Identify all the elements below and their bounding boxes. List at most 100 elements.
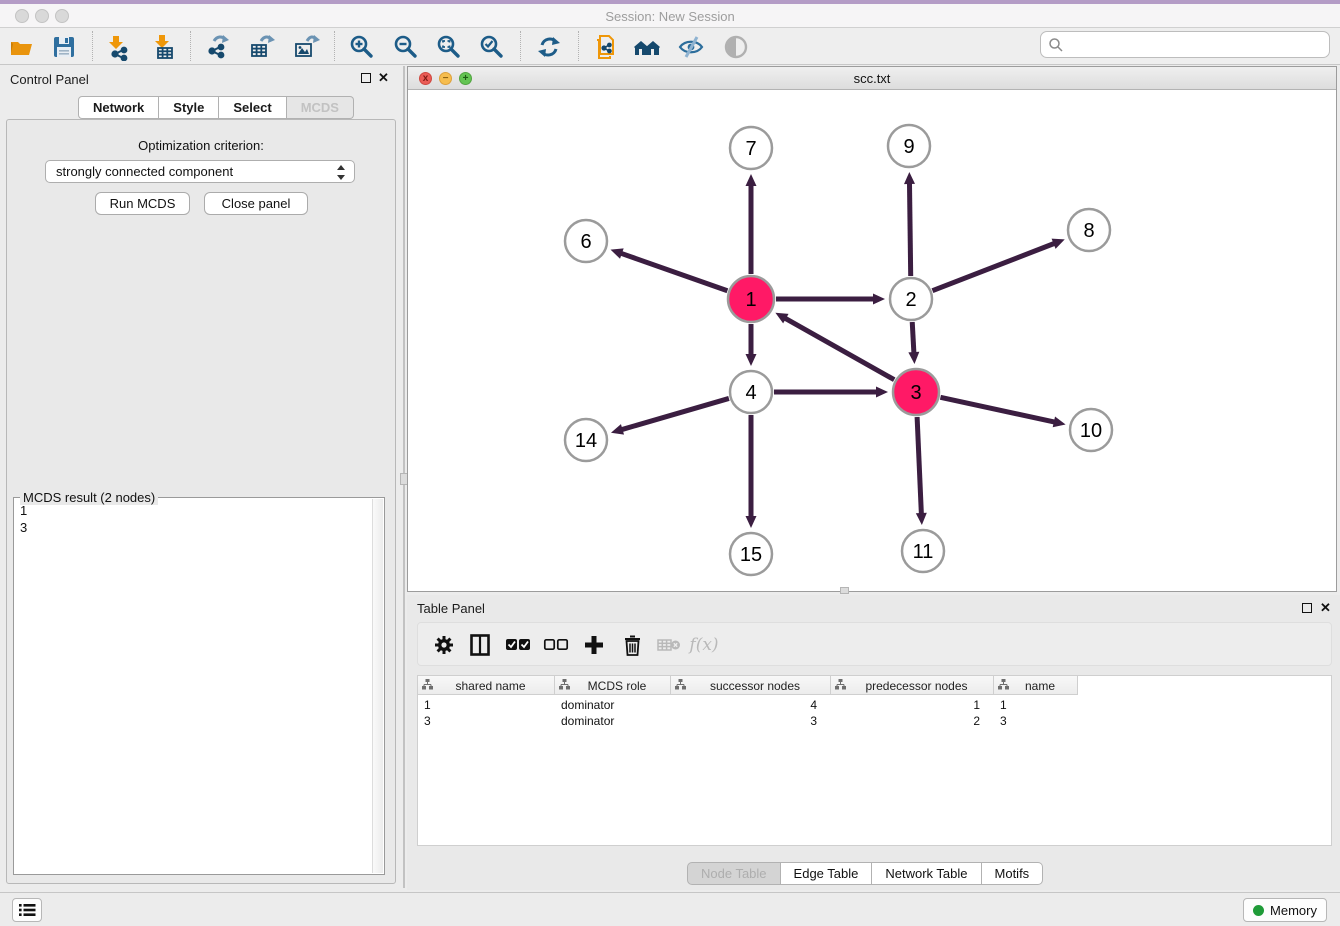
table-cell[interactable]: 2 bbox=[831, 713, 994, 729]
tab-node-table[interactable]: Node Table bbox=[687, 862, 781, 885]
import-table-icon[interactable] bbox=[148, 31, 180, 63]
control-panel-close-icon[interactable]: ✕ bbox=[378, 70, 389, 85]
tab-mcds[interactable]: MCDS bbox=[287, 96, 354, 119]
open-session-icon[interactable] bbox=[6, 31, 38, 63]
edge-3-1[interactable] bbox=[784, 318, 894, 380]
graph-node-label: 14 bbox=[575, 430, 597, 452]
mcds-result-box: MCDS result (2 nodes) 1 3 bbox=[13, 497, 385, 875]
task-history-button[interactable] bbox=[12, 898, 42, 922]
table-panel: Table Panel ✕ f(x) shared nameMCDS roles… bbox=[407, 595, 1340, 890]
control-panel-float-icon[interactable] bbox=[361, 73, 371, 83]
control-panel: Control Panel ✕ Network Style Select MCD… bbox=[0, 66, 401, 888]
show-all-icon bbox=[720, 31, 752, 63]
table-cell[interactable]: 3 bbox=[671, 713, 831, 729]
delete-row-trash-icon[interactable] bbox=[618, 631, 646, 659]
export-network-icon[interactable] bbox=[202, 31, 234, 63]
add-row-icon[interactable] bbox=[580, 631, 608, 659]
edge-arrow-icon bbox=[611, 424, 624, 435]
table-cell[interactable]: 3 bbox=[994, 713, 1078, 729]
tab-motifs[interactable]: Motifs bbox=[982, 862, 1044, 885]
optimization-criterion-label: Optimization criterion: bbox=[7, 138, 395, 153]
table-cell[interactable]: 1 bbox=[418, 697, 555, 713]
zoom-fit-icon[interactable] bbox=[433, 31, 465, 63]
hide-selected-icon[interactable] bbox=[675, 31, 707, 63]
table-row[interactable]: 3dominator323 bbox=[418, 713, 1078, 729]
zoom-selected-icon[interactable] bbox=[476, 31, 508, 63]
network-canvas[interactable]: 1234678910111415 bbox=[408, 90, 1336, 591]
column-header-MCDS-role[interactable]: MCDS role bbox=[555, 676, 671, 695]
tab-edge-table[interactable]: Edge Table bbox=[781, 862, 873, 885]
network-window: x − + scc.txt 1234678910111415 bbox=[407, 66, 1337, 592]
edge-1-6[interactable] bbox=[620, 253, 727, 291]
search-input[interactable] bbox=[1068, 35, 1329, 55]
edge-4-14[interactable] bbox=[621, 398, 729, 430]
column-header-successor-nodes[interactable]: successor nodes bbox=[671, 676, 831, 695]
optimization-criterion-select[interactable]: strongly connected component bbox=[45, 160, 355, 183]
tab-network-table[interactable]: Network Table bbox=[872, 862, 981, 885]
toolbar-separator bbox=[578, 31, 579, 61]
table-cell[interactable]: 4 bbox=[671, 697, 831, 713]
zoom-out-icon[interactable] bbox=[390, 31, 422, 63]
hierarchy-icon bbox=[422, 679, 433, 693]
edge-arrow-icon bbox=[904, 172, 915, 184]
import-network-icon[interactable] bbox=[102, 31, 134, 63]
tab-select[interactable]: Select bbox=[219, 96, 286, 119]
network-window-title: scc.txt bbox=[408, 71, 1336, 86]
horizontal-splitter-handle[interactable] bbox=[840, 587, 849, 594]
table-panel-float-icon[interactable] bbox=[1302, 603, 1312, 613]
export-table-icon[interactable] bbox=[246, 31, 278, 63]
node-table[interactable]: shared nameMCDS rolesuccessor nodesprede… bbox=[417, 675, 1332, 846]
tab-style[interactable]: Style bbox=[159, 96, 219, 119]
graph-node-label: 15 bbox=[740, 544, 762, 566]
edge-3-11[interactable] bbox=[917, 417, 921, 515]
memory-button[interactable]: Memory bbox=[1243, 898, 1327, 922]
tab-network[interactable]: Network bbox=[78, 96, 159, 119]
app-titlebar: Session: New Session bbox=[0, 4, 1340, 28]
memory-button-label: Memory bbox=[1270, 903, 1317, 918]
export-image-icon[interactable] bbox=[290, 31, 322, 63]
column-header-shared-name[interactable]: shared name bbox=[418, 676, 555, 695]
search-box[interactable] bbox=[1040, 31, 1330, 58]
graph-node-label: 11 bbox=[913, 541, 934, 563]
apply-layout-icon[interactable] bbox=[533, 31, 565, 63]
mcds-result-text: 1 3 bbox=[16, 502, 370, 872]
zoom-in-icon[interactable] bbox=[346, 31, 378, 63]
deselect-all-icon[interactable] bbox=[542, 631, 570, 659]
settings-gear-icon[interactable] bbox=[430, 631, 458, 659]
delete-table-icon bbox=[655, 631, 683, 659]
select-all-icon[interactable] bbox=[504, 631, 532, 659]
toolbar-separator bbox=[334, 31, 335, 61]
apply-function-icon: f(x) bbox=[690, 631, 718, 659]
mcds-result-scrollbar[interactable] bbox=[372, 499, 383, 873]
edge-2-8[interactable] bbox=[932, 243, 1055, 291]
control-panel-tabs: Network Style Select MCDS bbox=[78, 96, 354, 119]
network-window-titlebar[interactable]: x − + scc.txt bbox=[408, 67, 1336, 90]
app-title: Session: New Session bbox=[0, 9, 1340, 24]
clone-network-icon[interactable] bbox=[590, 31, 622, 63]
table-cell[interactable]: 1 bbox=[994, 697, 1078, 713]
edge-2-9[interactable] bbox=[909, 182, 910, 276]
save-session-icon[interactable] bbox=[48, 31, 80, 63]
table-row[interactable]: 1dominator411 bbox=[418, 697, 1078, 713]
table-cell[interactable]: dominator bbox=[555, 713, 671, 729]
status-bar: Memory bbox=[0, 892, 1340, 926]
graph-node-label: 7 bbox=[745, 138, 756, 160]
graph-node-label: 2 bbox=[905, 289, 916, 311]
close-panel-button[interactable]: Close panel bbox=[204, 192, 308, 215]
run-mcds-button[interactable]: Run MCDS bbox=[95, 192, 190, 215]
column-panel-icon[interactable] bbox=[466, 631, 494, 659]
edge-3-10[interactable] bbox=[940, 397, 1055, 422]
table-panel-close-icon[interactable]: ✕ bbox=[1320, 600, 1331, 615]
column-header-predecessor-nodes[interactable]: predecessor nodes bbox=[831, 676, 994, 695]
mcds-pane: Optimization criterion: strongly connect… bbox=[6, 119, 396, 884]
edge-2-3[interactable] bbox=[912, 322, 914, 354]
graph-node-label: 4 bbox=[745, 382, 756, 404]
table-cell[interactable]: 1 bbox=[831, 697, 994, 713]
first-neighbors-icon[interactable] bbox=[632, 31, 664, 63]
graph-node-label: 1 bbox=[745, 289, 756, 311]
column-header-name[interactable]: name bbox=[994, 676, 1078, 695]
table-header-row: shared nameMCDS rolesuccessor nodesprede… bbox=[418, 676, 1078, 695]
table-cell[interactable]: 3 bbox=[418, 713, 555, 729]
graph-node-label: 10 bbox=[1080, 420, 1102, 442]
table-cell[interactable]: dominator bbox=[555, 697, 671, 713]
